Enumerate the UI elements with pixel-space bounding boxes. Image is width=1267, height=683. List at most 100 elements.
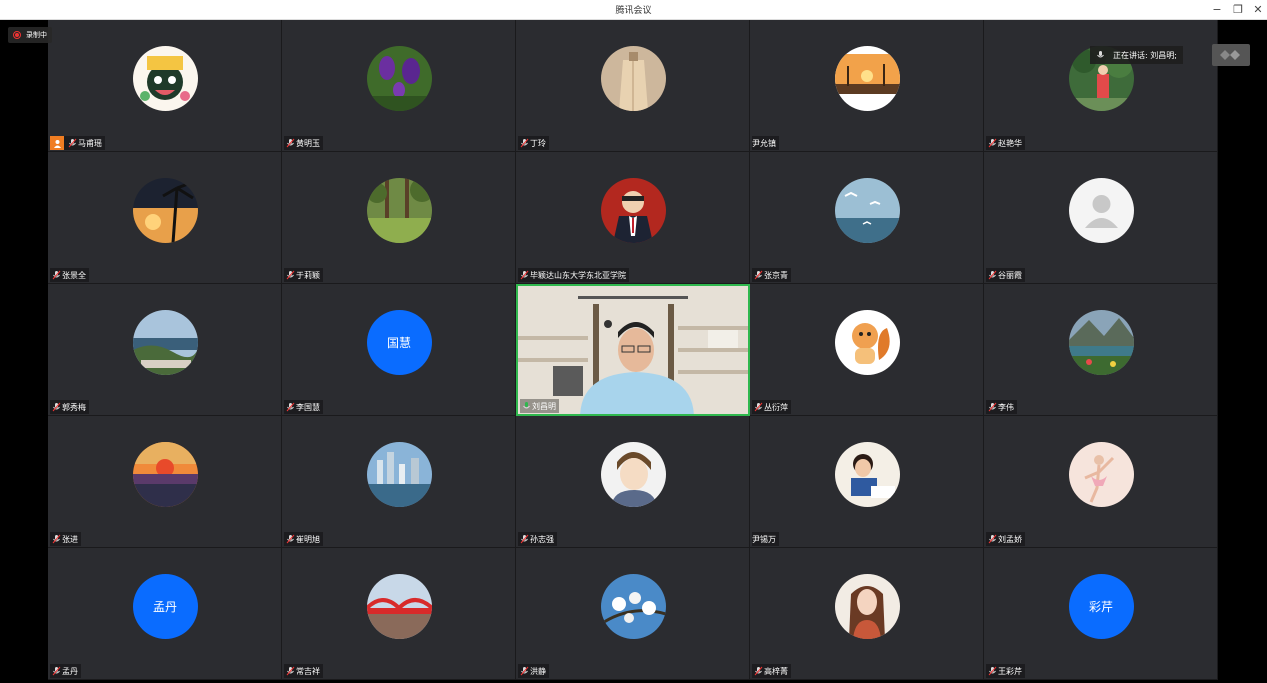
participant-tile[interactable]: 丁玲	[516, 20, 750, 152]
participant-name: 孙志强	[530, 534, 554, 544]
avatar	[600, 178, 666, 243]
avatar	[366, 178, 432, 243]
mic-muted-icon	[284, 269, 296, 281]
participant-name: 丁玲	[530, 138, 546, 148]
participant-tile[interactable]: 郭秀梅	[48, 284, 282, 416]
participant-name: 王彩芹	[998, 666, 1022, 676]
participant-tile[interactable]: 尹锡万	[750, 416, 984, 548]
mic-muted-icon	[518, 269, 530, 281]
participant-namebar: 丁玲	[518, 136, 549, 150]
participant-namebar: 于莉颖	[284, 268, 323, 282]
avatar	[366, 574, 432, 639]
participant-tile[interactable]: 李伟	[984, 284, 1218, 416]
avatar	[600, 46, 666, 111]
participant-name: 高梓菁	[764, 666, 788, 676]
participant-tile[interactable]: 彩芹 王彩芹	[984, 548, 1218, 680]
participant-tile[interactable]: 毕颖达山东大学东北亚学院	[516, 152, 750, 284]
participant-namebar: 常吉祥	[284, 664, 323, 678]
avatar	[834, 46, 900, 111]
participant-namebar: 丛衍萍	[752, 400, 791, 414]
participant-namebar: 孙志强	[518, 532, 557, 546]
participant-namebar: 孟丹	[50, 664, 81, 678]
participant-tile[interactable]: 刘孟娇	[984, 416, 1218, 548]
recording-indicator[interactable]: 录制中	[8, 27, 52, 43]
participant-namebar: 王彩芹	[986, 664, 1025, 678]
view-layout-button[interactable]	[1212, 44, 1250, 66]
avatar	[366, 442, 432, 507]
participant-tile[interactable]: 孟丹 孟丹	[48, 548, 282, 680]
avatar	[132, 46, 198, 111]
mic-muted-icon	[986, 137, 998, 149]
window-title: 腾讯会议	[615, 6, 652, 16]
participant-tile[interactable]: 张景全	[48, 152, 282, 284]
mic-muted-icon	[284, 401, 296, 413]
participant-name: 尹允镇	[752, 138, 776, 148]
participant-namebar: 郭秀梅	[50, 400, 89, 414]
speaking-label: 正在讲话: 刘昌明;	[1113, 50, 1177, 60]
participant-namebar: 崔明旭	[284, 532, 323, 546]
participant-namebar: 黄明玉	[284, 136, 323, 150]
participant-namebar: 张进	[50, 532, 81, 546]
mic-muted-icon	[986, 401, 998, 413]
participant-video-tile[interactable]: 刘昌明	[516, 284, 750, 416]
recording-label: 录制中	[26, 31, 47, 39]
speaking-indicator: 正在讲话: 刘昌明;	[1090, 46, 1183, 64]
participant-tile[interactable]: 国慧 李国慧	[282, 284, 516, 416]
default-avatar-icon	[1068, 178, 1134, 243]
participant-namebar: 李伟	[986, 400, 1017, 414]
participant-tile[interactable]: 洪静	[516, 548, 750, 680]
participant-tile[interactable]: 张京青	[750, 152, 984, 284]
participant-name: 洪静	[530, 666, 546, 676]
participant-tile[interactable]: 孙志强	[516, 416, 750, 548]
layout-icon	[1220, 50, 1240, 60]
mic-muted-icon	[986, 533, 998, 545]
participant-name: 常吉祥	[296, 666, 320, 676]
participant-name: 郭秀梅	[62, 402, 86, 412]
avatar	[834, 310, 900, 375]
participant-name: 刘孟娇	[998, 534, 1022, 544]
mic-muted-icon	[50, 269, 62, 281]
avatar	[1068, 442, 1134, 507]
minimize-icon[interactable]: −	[1210, 3, 1224, 17]
avatar	[834, 574, 900, 639]
participant-tile[interactable]: 丛衍萍	[750, 284, 984, 416]
participant-name: 张景全	[62, 270, 86, 280]
title-bar: 腾讯会议 − ❐ ✕	[0, 0, 1267, 20]
participant-tile[interactable]: 谷丽霞	[984, 152, 1218, 284]
participant-name: 孟丹	[62, 666, 78, 676]
participant-tile[interactable]: 于莉颖	[282, 152, 516, 284]
mic-muted-icon	[986, 665, 998, 677]
participant-namebar: 谷丽霞	[986, 268, 1025, 282]
mic-muted-icon	[518, 665, 530, 677]
participant-namebar: 尹锡万	[752, 532, 779, 546]
host-icon	[50, 136, 64, 150]
avatar	[132, 178, 198, 243]
close-icon[interactable]: ✕	[1251, 3, 1265, 17]
participant-name: 黄明玉	[296, 138, 320, 148]
participant-namebar: 洪静	[518, 664, 549, 678]
participant-name: 刘昌明	[532, 401, 556, 411]
mic-muted-icon	[50, 665, 62, 677]
mic-muted-icon	[752, 401, 764, 413]
participant-name: 张京青	[764, 270, 788, 280]
participant-name: 崔明旭	[296, 534, 320, 544]
participant-tile[interactable]: 黄明玉	[282, 20, 516, 152]
mic-muted-icon	[986, 269, 998, 281]
participant-namebar: 李国慧	[284, 400, 323, 414]
participant-tile[interactable]: 高梓菁	[750, 548, 984, 680]
avatar	[600, 442, 666, 507]
avatar	[1068, 310, 1134, 375]
participant-tile[interactable]: 崔明旭	[282, 416, 516, 548]
video-feed	[518, 286, 748, 414]
avatar: 国慧	[366, 310, 432, 375]
mic-muted-icon	[752, 665, 764, 677]
participant-tile[interactable]: 张进	[48, 416, 282, 548]
mic-icon	[1097, 51, 1104, 58]
participant-tile[interactable]: 赵艳华	[984, 20, 1218, 152]
avatar: 彩芹	[1068, 574, 1134, 639]
participant-tile[interactable]: 马甫瑶	[48, 20, 282, 152]
participant-tile[interactable]: 常吉祥	[282, 548, 516, 680]
participant-tile[interactable]: 尹允镇	[750, 20, 984, 152]
participant-namebar: 马甫瑶	[50, 136, 105, 150]
restore-icon[interactable]: ❐	[1231, 3, 1245, 17]
